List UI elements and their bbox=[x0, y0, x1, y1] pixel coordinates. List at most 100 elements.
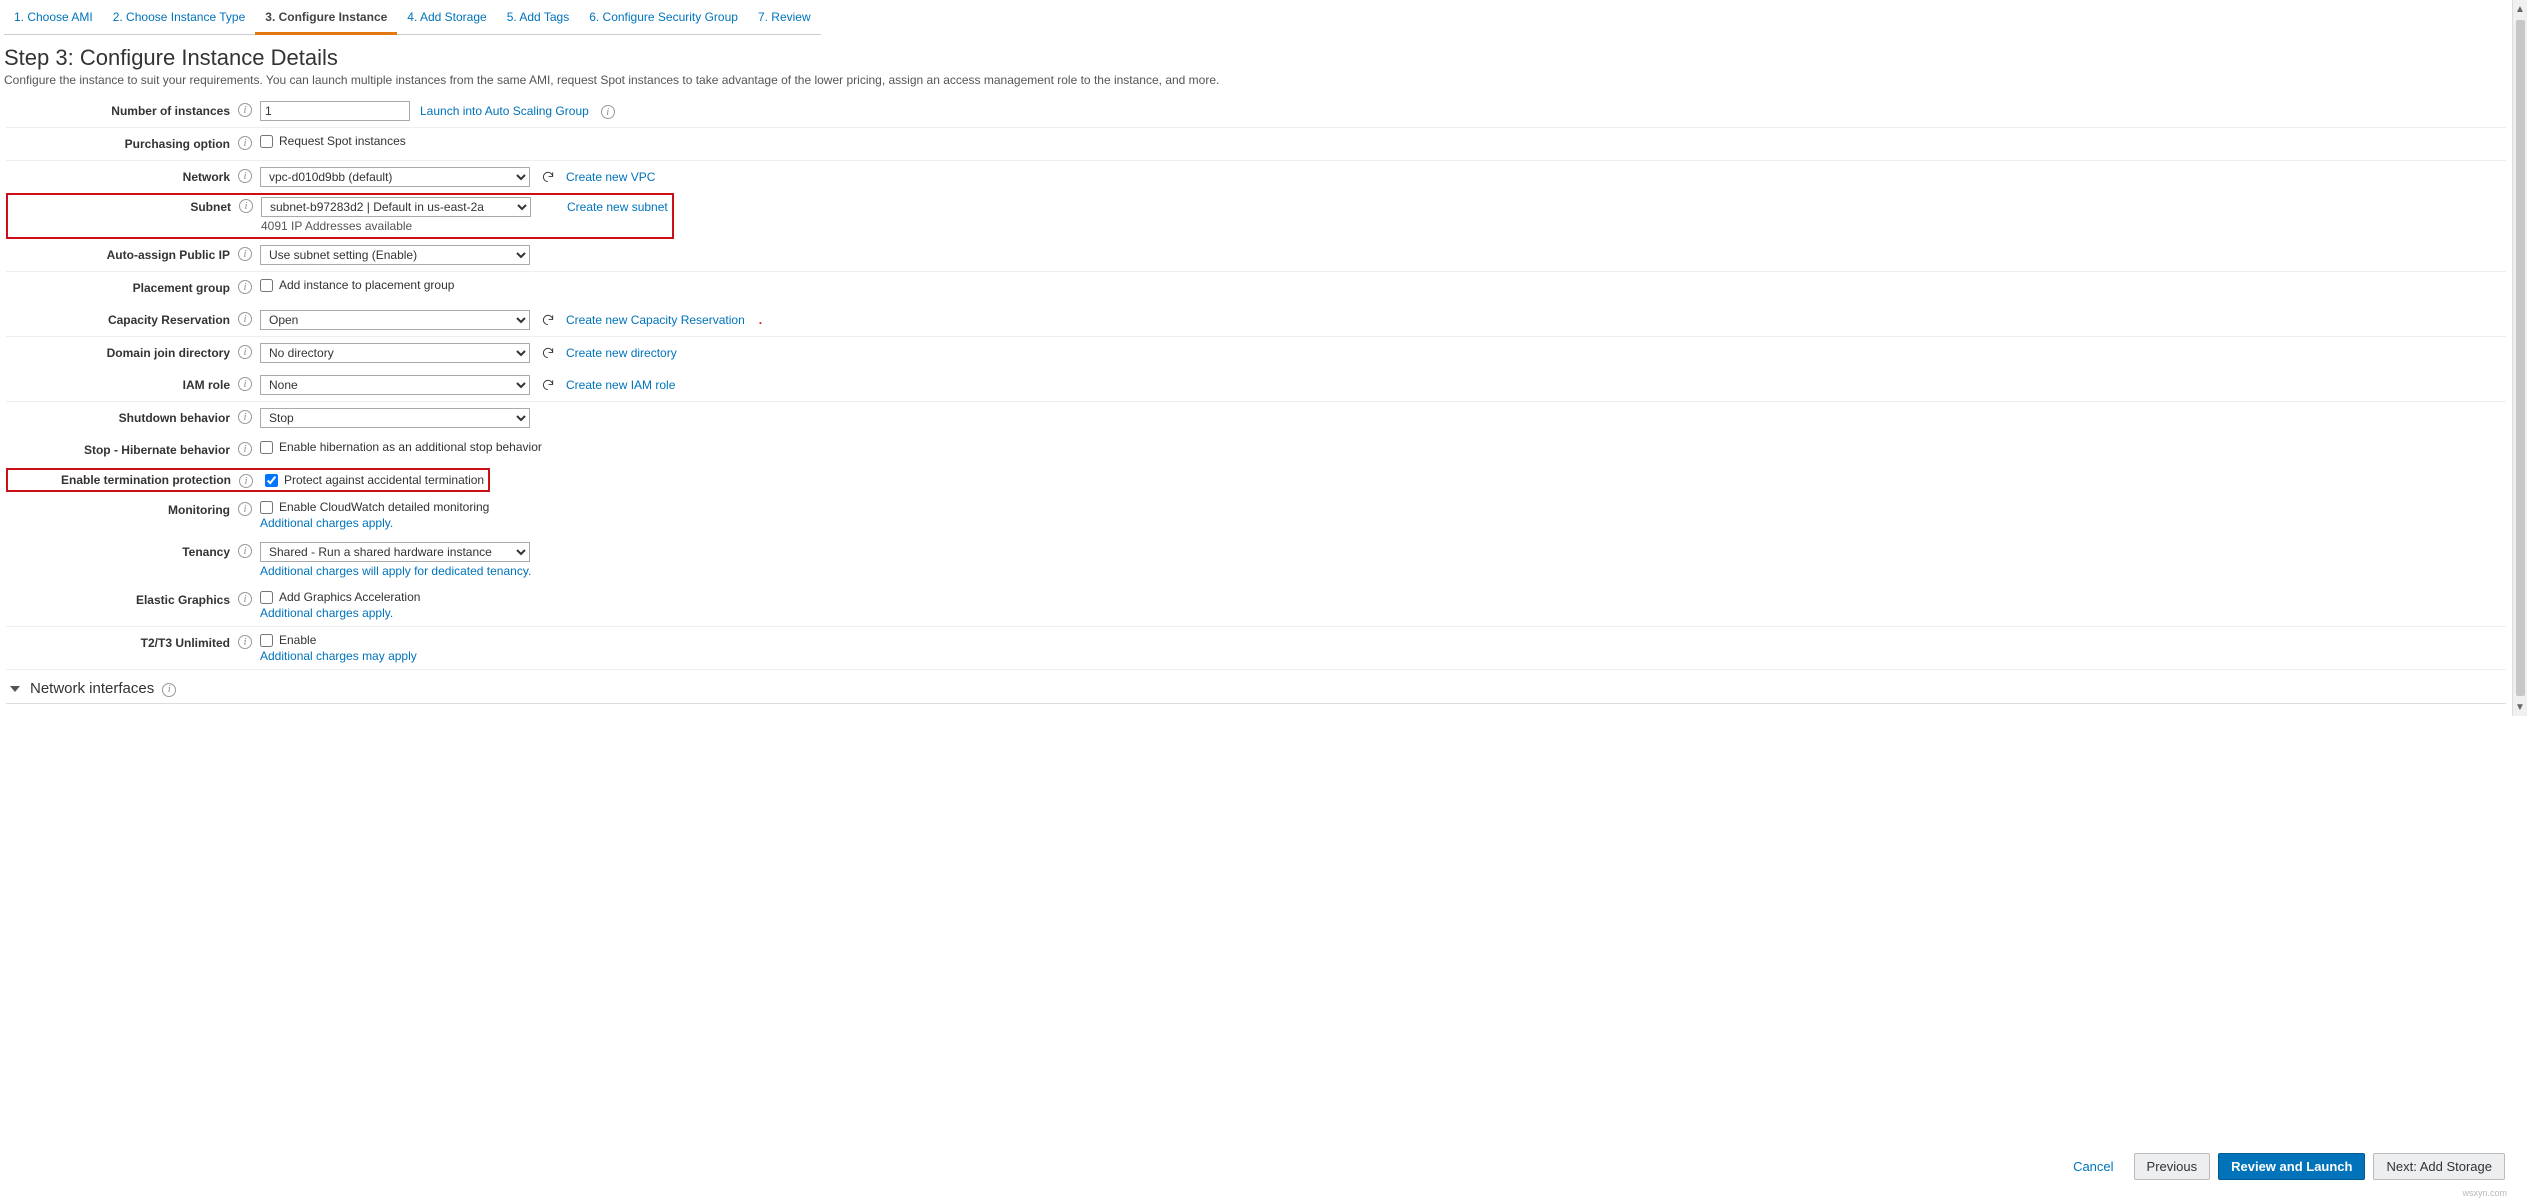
domain-directory-select[interactable]: No directory bbox=[260, 343, 530, 363]
tab-review[interactable]: 7. Review bbox=[748, 4, 821, 35]
subnet-select[interactable]: subnet-b97283d2 | Default in us-east-2a bbox=[261, 197, 531, 217]
info-icon[interactable]: i bbox=[238, 377, 252, 391]
label-placement-group: Placement group bbox=[6, 278, 236, 298]
network-interfaces-section[interactable]: Network interfaces i bbox=[6, 670, 2506, 699]
create-vpc-link[interactable]: Create new VPC bbox=[566, 170, 655, 184]
info-icon[interactable]: i bbox=[601, 105, 615, 119]
info-icon[interactable]: i bbox=[238, 312, 252, 326]
label-purchasing-option: Purchasing option bbox=[6, 134, 236, 154]
shutdown-behavior-select[interactable]: Stop bbox=[260, 408, 530, 428]
row-hibernate: Stop - Hibernate behavior i Enable hiber… bbox=[6, 434, 2506, 466]
elastic-graphics-charges-link[interactable]: Additional charges apply. bbox=[260, 606, 420, 620]
info-icon[interactable]: i bbox=[238, 345, 252, 359]
monitoring-checkbox[interactable] bbox=[260, 501, 273, 514]
info-icon[interactable]: i bbox=[238, 136, 252, 150]
termination-protection-checkbox[interactable] bbox=[265, 474, 278, 487]
row-t2t3-unlimited: T2/T3 Unlimited i Enable Additional char… bbox=[6, 627, 2506, 670]
tab-add-storage[interactable]: 4. Add Storage bbox=[397, 4, 496, 35]
refresh-icon[interactable] bbox=[540, 377, 556, 393]
request-spot-checkbox[interactable] bbox=[260, 135, 273, 148]
create-subnet-link[interactable]: Create new subnet bbox=[567, 200, 668, 214]
monitoring-charges-link[interactable]: Additional charges apply. bbox=[260, 516, 489, 530]
row-tenancy: Tenancy i Shared - Run a shared hardware… bbox=[6, 536, 2506, 584]
row-auto-assign-ip: Auto-assign Public IP i Use subnet setti… bbox=[6, 239, 2506, 272]
tab-configure-instance[interactable]: 3. Configure Instance bbox=[255, 4, 397, 35]
hibernate-label: Enable hibernation as an additional stop… bbox=[279, 440, 542, 454]
cancel-button[interactable]: Cancel bbox=[2061, 1154, 2125, 1179]
create-capacity-link[interactable]: Create new Capacity Reservation bbox=[566, 313, 745, 327]
info-icon[interactable]: i bbox=[238, 502, 252, 516]
info-icon[interactable]: i bbox=[238, 635, 252, 649]
info-icon[interactable]: i bbox=[239, 474, 253, 488]
page-title: Step 3: Configure Instance Details bbox=[4, 45, 2512, 71]
label-tenancy: Tenancy bbox=[6, 542, 236, 562]
label-hibernate: Stop - Hibernate behavior bbox=[6, 440, 236, 460]
label-network: Network bbox=[6, 167, 236, 187]
row-network: Network i vpc-d010d9bb (default) Create … bbox=[6, 161, 2506, 193]
placement-group-label: Add instance to placement group bbox=[279, 278, 454, 292]
tab-choose-instance-type[interactable]: 2. Choose Instance Type bbox=[103, 4, 256, 35]
info-icon[interactable]: i bbox=[238, 247, 252, 261]
refresh-icon[interactable] bbox=[540, 312, 556, 328]
elastic-graphics-checkbox[interactable] bbox=[260, 591, 273, 604]
label-elastic-graphics: Elastic Graphics bbox=[6, 590, 236, 610]
placement-group-checkbox[interactable] bbox=[260, 279, 273, 292]
t2t3-charges-link[interactable]: Additional charges may apply bbox=[260, 649, 417, 663]
network-select[interactable]: vpc-d010d9bb (default) bbox=[260, 167, 530, 187]
hibernate-checkbox[interactable] bbox=[260, 441, 273, 454]
subnet-ip-count: 4091 IP Addresses available bbox=[261, 219, 668, 233]
info-icon[interactable]: i bbox=[238, 169, 252, 183]
row-purchasing-option: Purchasing option i Request Spot instanc… bbox=[6, 128, 2506, 161]
refresh-icon[interactable] bbox=[540, 345, 556, 361]
row-domain-directory: Domain join directory i No directory Cre… bbox=[6, 337, 2506, 369]
t2t3-unlimited-checkbox[interactable] bbox=[260, 634, 273, 647]
row-elastic-graphics: Elastic Graphics i Add Graphics Accelera… bbox=[6, 584, 2506, 627]
number-of-instances-input[interactable] bbox=[260, 101, 410, 121]
footer-bar: Cancel Previous Review and Launch Next: … bbox=[2061, 1153, 2505, 1180]
info-icon[interactable]: i bbox=[238, 592, 252, 606]
iam-role-select[interactable]: None bbox=[260, 375, 530, 395]
scroll-thumb[interactable] bbox=[2516, 20, 2525, 696]
info-icon[interactable]: i bbox=[238, 280, 252, 294]
review-and-launch-button[interactable]: Review and Launch bbox=[2218, 1153, 2365, 1180]
monitoring-label: Enable CloudWatch detailed monitoring bbox=[279, 500, 489, 514]
label-termination-protection: Enable termination protection bbox=[12, 470, 237, 490]
scrollbar[interactable]: ▲ ▼ bbox=[2512, 0, 2527, 716]
info-icon[interactable]: i bbox=[162, 683, 176, 697]
previous-button[interactable]: Previous bbox=[2134, 1153, 2211, 1180]
info-icon[interactable]: i bbox=[238, 410, 252, 424]
tab-add-tags[interactable]: 5. Add Tags bbox=[497, 4, 580, 35]
launch-asg-link[interactable]: Launch into Auto Scaling Group bbox=[420, 104, 589, 118]
create-directory-link[interactable]: Create new directory bbox=[566, 346, 677, 360]
caret-down-icon bbox=[10, 686, 20, 692]
row-number-of-instances: Number of instances i Launch into Auto S… bbox=[6, 95, 2506, 128]
scroll-up-icon[interactable]: ▲ bbox=[2513, 0, 2527, 18]
tab-choose-ami[interactable]: 1. Choose AMI bbox=[4, 4, 103, 35]
label-shutdown-behavior: Shutdown behavior bbox=[6, 408, 236, 428]
wizard-tabs: 1. Choose AMI 2. Choose Instance Type 3.… bbox=[0, 0, 2512, 35]
divider bbox=[6, 703, 2506, 704]
row-placement-group: Placement group i Add instance to placem… bbox=[6, 272, 2506, 304]
row-monitoring: Monitoring i Enable CloudWatch detailed … bbox=[6, 494, 2506, 536]
capacity-reservation-select[interactable]: Open bbox=[260, 310, 530, 330]
label-capacity-reservation: Capacity Reservation bbox=[6, 310, 236, 330]
info-icon[interactable]: i bbox=[238, 544, 252, 558]
refresh-icon[interactable] bbox=[540, 169, 556, 185]
tab-security-group[interactable]: 6. Configure Security Group bbox=[579, 4, 748, 35]
scroll-down-icon[interactable]: ▼ bbox=[2513, 698, 2527, 716]
tenancy-select[interactable]: Shared - Run a shared hardware instance bbox=[260, 542, 530, 562]
label-number-of-instances: Number of instances bbox=[6, 101, 236, 121]
info-icon[interactable]: i bbox=[239, 199, 253, 213]
next-add-storage-button[interactable]: Next: Add Storage bbox=[2373, 1153, 2505, 1180]
elastic-graphics-label: Add Graphics Acceleration bbox=[279, 590, 420, 604]
t2t3-unlimited-label: Enable bbox=[279, 633, 316, 647]
label-monitoring: Monitoring bbox=[6, 500, 236, 520]
info-icon[interactable]: i bbox=[238, 442, 252, 456]
row-shutdown-behavior: Shutdown behavior i Stop bbox=[6, 402, 2506, 434]
auto-assign-ip-select[interactable]: Use subnet setting (Enable) bbox=[260, 245, 530, 265]
label-t2t3-unlimited: T2/T3 Unlimited bbox=[6, 633, 236, 653]
tenancy-charges-link[interactable]: Additional charges will apply for dedica… bbox=[260, 564, 531, 578]
info-icon[interactable]: i bbox=[238, 103, 252, 117]
create-iam-link[interactable]: Create new IAM role bbox=[566, 378, 675, 392]
red-indicator: . bbox=[759, 313, 762, 327]
